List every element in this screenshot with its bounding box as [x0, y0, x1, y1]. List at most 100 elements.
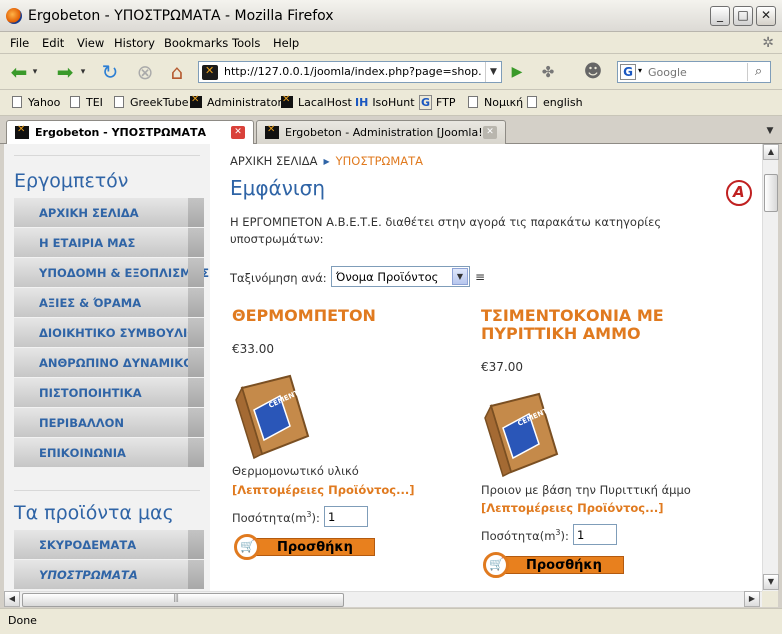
tab-ergobeton-administration[interactable]: Ergobeton - Administration [Joomla!] ✕	[256, 120, 506, 144]
puzzle-icon[interactable]: ✤	[535, 59, 561, 85]
product-title[interactable]: ΤΣΙΜΕΝΤΟΚΟΝΙΑ ΜΕ ΠΥΡΙΤΤΙΚΗ ΑΜΜΟ	[481, 307, 664, 343]
cement-bag-image[interactable]: CEMENT	[481, 388, 563, 478]
tab-list-dropdown-icon[interactable]: ▼	[762, 122, 778, 140]
sidebar-item-certificates[interactable]: ΠΙΣΤΟΠΟΙΗΤΙΚΑ	[14, 378, 204, 408]
stop-icon[interactable]: ⊗	[132, 59, 158, 85]
menu-bookmarks[interactable]: Bookmarks	[164, 36, 228, 50]
intro-text: Η ΕΡΓΟΜΠΕΤΟΝ Α.Β.Ε.Τ.Ε. διαθέτει στην αγ…	[230, 215, 662, 246]
vertical-scroll-thumb[interactable]	[764, 174, 778, 212]
sidebar-item-environment[interactable]: ΠΕΡΙΒΑΛΛΟΝ	[14, 408, 204, 438]
forward-arrow-icon[interactable]: ➡	[52, 59, 78, 85]
sidebar-item-concrete[interactable]: ΣΚΥΡΟΔΕΜΑΤΑ	[14, 530, 204, 560]
sidebar-item-board[interactable]: ΔΙΟΙΚΗΤΙΚΟ ΣΥΜΒΟΥΛΙΟ	[14, 318, 204, 348]
reload-icon[interactable]: ↻	[97, 59, 123, 85]
bookmark-ftp[interactable]: G FTP	[419, 95, 456, 110]
product-details-link[interactable]: [Λεπτομέρειες Προϊόντος...]	[232, 483, 414, 497]
sidebar-divider	[14, 155, 200, 156]
sort-direction-icon[interactable]: ≡	[475, 270, 485, 284]
add-to-cart-button[interactable]: Προσθήκη	[483, 552, 624, 578]
quantity-input[interactable]	[324, 506, 368, 527]
forward-history-dropdown-icon[interactable]: ▾	[78, 59, 88, 85]
url-history-dropdown-icon[interactable]: ▼	[485, 62, 501, 82]
add-to-cart-button[interactable]: Προσθήκη	[234, 534, 375, 560]
menu-edit[interactable]: Edit	[42, 36, 64, 50]
menu-view[interactable]: View	[77, 36, 104, 50]
back-arrow-icon[interactable]: ⬅	[6, 59, 32, 85]
product-title[interactable]: ΘΕΡΜΟΜΠΕΤΟΝ	[232, 307, 376, 325]
sidebar-item-company[interactable]: Η ΕΤΑΙΡΙΑ ΜΑΣ	[14, 228, 204, 258]
minimize-button[interactable]: _	[710, 6, 730, 26]
google-engine-icon[interactable]: G	[620, 64, 636, 80]
status-bar: Done	[0, 608, 782, 634]
scroll-left-icon[interactable]: ◀	[4, 591, 20, 607]
chevron-down-icon[interactable]: ▼	[452, 268, 468, 285]
menu-tools[interactable]: Tools	[232, 36, 260, 50]
back-history-dropdown-icon[interactable]: ▾	[30, 59, 40, 85]
breadcrumb-arrow-icon: ▶	[323, 157, 330, 166]
bookmark-isohunt[interactable]: IH IsoHunt	[355, 96, 415, 109]
vertical-scrollbar[interactable]: ▲ ▼	[762, 144, 779, 591]
menu-file[interactable]: File	[10, 36, 29, 50]
menu-grip	[188, 438, 204, 467]
sidebar-item-personnel[interactable]: ΑΝΘΡΩΠΙΝΟ ΔΥΝΑΜΙΚΟ	[14, 348, 204, 378]
cement-bag-image[interactable]: CEMENT	[232, 370, 314, 460]
product-details-link[interactable]: [Λεπτομέρειες Προϊόντος...]	[481, 501, 663, 515]
sort-label: Ταξινόμηση ανά:	[230, 271, 327, 285]
horizontal-scrollbar[interactable]: ◀ ▶	[4, 591, 762, 607]
go-icon[interactable]: ▶	[504, 59, 530, 85]
sidebar-item-label: ΠΙΣΤΟΠΟΙΗΤΙΚΑ	[39, 386, 142, 400]
menu-grip	[188, 228, 204, 257]
breadcrumb-current: ΥΠΟΣΤΡΩΜΑΤΑ	[335, 154, 424, 168]
bookmark-english[interactable]: english	[527, 96, 583, 109]
bookmark-tei[interactable]: TEI	[70, 96, 103, 109]
engine-dropdown-icon[interactable]: ▾	[638, 66, 642, 75]
breadcrumb-home-link[interactable]: ΑΡΧΙΚΗ ΣΕΛΙΔΑ	[230, 154, 317, 168]
close-window-button[interactable]: ✕	[756, 6, 776, 26]
search-input[interactable]	[648, 64, 746, 80]
scroll-right-icon[interactable]: ▶	[744, 591, 760, 607]
product-price: €33.00	[232, 342, 274, 356]
sidebar-item-label: ΥΠΟΣΤΡΩΜΑΤΑ	[39, 568, 138, 582]
menu-help[interactable]: Help	[273, 36, 299, 50]
search-bar[interactable]: G ▾ ⌕	[617, 61, 771, 83]
tab-close-icon[interactable]: ✕	[483, 126, 497, 139]
bookmark-administrator[interactable]: Administrator	[190, 94, 282, 109]
sidebar-item-home[interactable]: ΑΡΧΙΚΗ ΣΕΛΙΔΑ	[14, 198, 204, 228]
sidebar-item-values[interactable]: ΑΞΙΕΣ & ΌΡΑΜΑ	[14, 288, 204, 318]
quantity-label-text: Ποσότητα(m	[481, 528, 556, 543]
joomla-icon	[265, 124, 279, 139]
page-icon	[70, 96, 80, 108]
pdf-icon[interactable]	[726, 180, 752, 206]
url-bar[interactable]: http://127.0.0.1/joomla/index.php?page=s…	[198, 61, 502, 83]
menu-grip	[188, 318, 204, 347]
avatar-icon[interactable]: ☻	[580, 59, 606, 85]
sidebar-item-infrastructure[interactable]: ΥΠΟΔΟΜΗ & ΕΞΟΠΛΙΣΜΟΣ	[14, 258, 209, 288]
page-icon	[12, 96, 22, 108]
bookmark-label: Νομική	[484, 96, 524, 109]
menu-history[interactable]: History	[114, 36, 155, 50]
bookmark-yahoo[interactable]: Yahoo	[12, 96, 60, 109]
firefox-logo-icon	[6, 8, 22, 24]
tab-close-icon[interactable]: ✕	[231, 126, 245, 139]
bookmark-nomiki[interactable]: Νομική	[468, 96, 523, 109]
menu-grip	[188, 560, 204, 589]
scroll-down-icon[interactable]: ▼	[763, 574, 779, 590]
home-icon[interactable]: ⌂	[164, 59, 190, 85]
tab-ergobeton-ypostromata[interactable]: Ergobeton - ΥΠΟΣΤΡΩΜΑΤΑ ✕	[6, 120, 254, 144]
sidebar-item-screeds[interactable]: ΥΠΟΣΤΡΩΜΑΤΑ	[14, 560, 204, 590]
maximize-button[interactable]: □	[733, 6, 753, 26]
product-price: €37.00	[481, 360, 523, 374]
horizontal-scroll-thumb[interactable]	[22, 593, 344, 607]
bookmark-label: IsoHunt	[372, 96, 415, 109]
add-to-cart-label: Προσθήκη	[526, 558, 602, 573]
bookmark-lacalhost[interactable]: LacalHost	[281, 94, 352, 109]
sidebar-item-contact[interactable]: ΕΠΙΚΟΙΝΩΝΙΑ	[14, 438, 204, 468]
quantity-input[interactable]	[573, 524, 617, 545]
sidebar-item-label: ΠΕΡΙΒΑΛΛΟΝ	[39, 416, 125, 430]
search-magnifier-icon[interactable]: ⌕	[747, 63, 769, 81]
scroll-up-icon[interactable]: ▲	[763, 144, 779, 160]
bookmark-greektube[interactable]: GreekTube	[114, 96, 188, 109]
sort-select[interactable]: Όνομα Προϊόντος ▼	[331, 266, 470, 287]
url-text[interactable]: http://127.0.0.1/joomla/index.php?page=s…	[224, 65, 482, 78]
sidebar-item-label: ΕΠΙΚΟΙΝΩΝΙΑ	[39, 446, 126, 460]
